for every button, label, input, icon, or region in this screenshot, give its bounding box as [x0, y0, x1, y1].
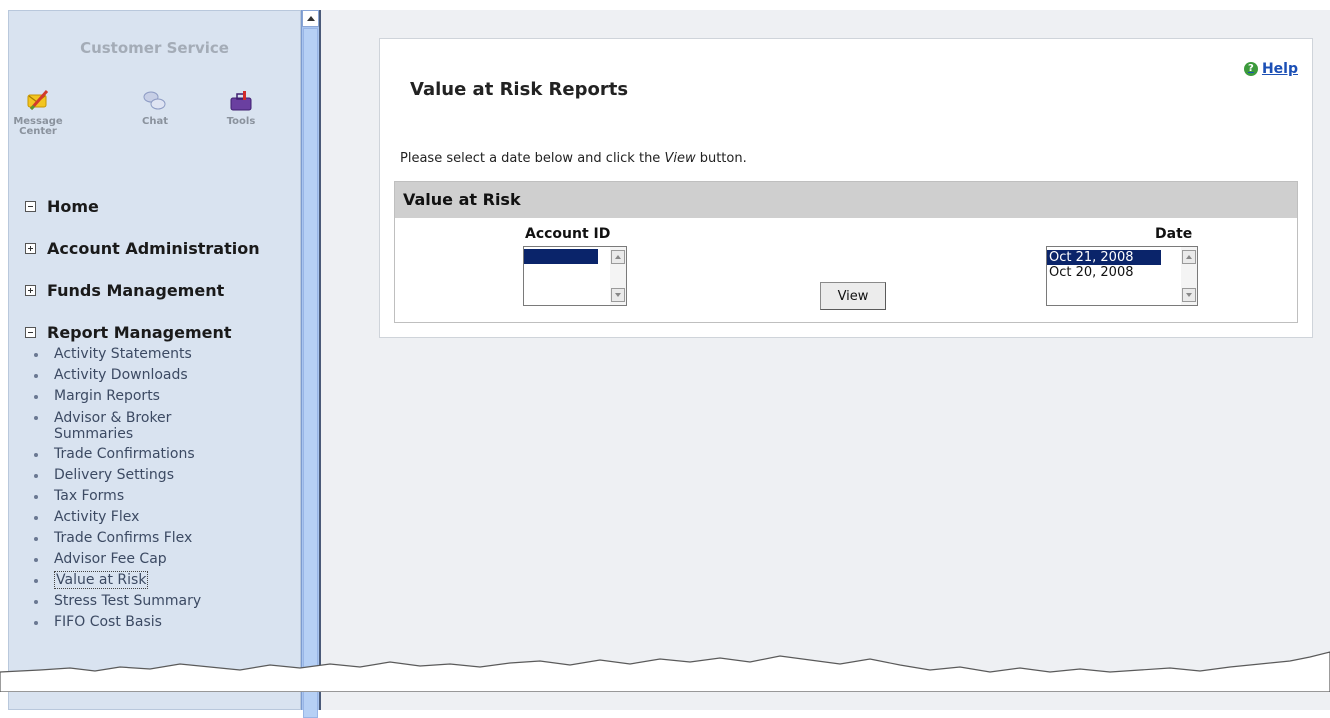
instructions: Please select a date below and click the… [400, 151, 747, 166]
main-content: Value at Risk Reports ? Help Please sele… [321, 10, 1330, 710]
help-label: Help [1261, 61, 1298, 77]
nav-section-report-management-label: Report Management [47, 323, 232, 342]
date-label: Date [1155, 226, 1193, 242]
nav-section-home-label: Home [47, 197, 99, 216]
view-button[interactable]: View [820, 282, 886, 310]
message-center-button[interactable]: Message Center [13, 89, 63, 137]
sidebar-item-trade-confirmations[interactable]: Trade Confirmations [30, 444, 201, 465]
scroll-down-icon[interactable] [1182, 288, 1196, 302]
collapse-icon[interactable] [25, 201, 36, 212]
redacted-account-value [524, 249, 598, 264]
instructions-view: View [664, 151, 696, 166]
value-at-risk-section: Value at Risk Account ID Date View Oct 2… [394, 181, 1298, 323]
bullet-icon [34, 558, 38, 562]
scroll-up-icon[interactable] [1182, 250, 1196, 264]
scroll-up-icon[interactable] [611, 250, 625, 264]
bullet-icon [34, 600, 38, 604]
date-option[interactable]: Oct 21, 2008 [1047, 250, 1161, 265]
sidebar-item-trade-confirms-flex[interactable]: Trade Confirms Flex [30, 528, 201, 549]
nav-section-account-administration[interactable]: Account Administration [25, 239, 260, 258]
bullet-icon [34, 579, 38, 583]
tools-icon [230, 91, 252, 111]
bullet-icon [34, 537, 38, 541]
bullet-icon [34, 516, 38, 520]
value-at-risk-panel: Value at Risk Reports ? Help Please sele… [379, 38, 1313, 338]
sidebar-item-margin-reports[interactable]: Margin Reports [30, 386, 201, 407]
nav-section-account-administration-label: Account Administration [47, 239, 260, 258]
expand-icon[interactable] [25, 285, 36, 296]
nav-section-report-management[interactable]: Report Management [25, 323, 232, 342]
help-link[interactable]: ? Help [1243, 61, 1298, 77]
sidebar-item-stress-test-summary[interactable]: Stress Test Summary [30, 591, 201, 612]
listbox-scrollbar[interactable] [1181, 247, 1197, 305]
bullet-icon [34, 495, 38, 499]
chat-icon [143, 91, 166, 110]
torn-edge [0, 651, 1330, 692]
tools-button[interactable]: Tools [219, 89, 263, 127]
message-center-label-line2: Center [19, 126, 57, 137]
sidebar-item-tax-forms[interactable]: Tax Forms [30, 486, 201, 507]
account-id-listbox[interactable] [523, 246, 627, 306]
bullet-icon [34, 374, 38, 378]
instructions-before: Please select a date below and click the [400, 151, 665, 166]
instructions-after: button. [695, 151, 747, 166]
nav-section-home[interactable]: Home [25, 197, 99, 216]
nav-section-funds-management-label: Funds Management [47, 281, 225, 300]
help-icon: ? [1243, 62, 1258, 76]
date-option[interactable]: Oct 20, 2008 [1047, 265, 1161, 280]
sidebar-scrollbar[interactable] [301, 10, 319, 718]
bullet-icon [34, 353, 38, 357]
tools-label: Tools [226, 116, 256, 127]
listbox-scrollbar[interactable] [610, 247, 626, 305]
chat-label: Chat [142, 116, 168, 127]
bullet-icon [34, 395, 38, 399]
sidebar-item-advisor-fee-cap[interactable]: Advisor Fee Cap [30, 549, 201, 570]
sidebar-item-activity-downloads[interactable]: Activity Downloads [30, 365, 201, 386]
sidebar-item-activity-flex[interactable]: Activity Flex [30, 507, 201, 528]
sidebar-item-activity-statements[interactable]: Activity Statements [30, 344, 201, 365]
message-center-icon [27, 90, 49, 111]
date-listbox[interactable]: Oct 21, 2008 Oct 20, 2008 [1046, 246, 1198, 306]
chat-button[interactable]: Chat [133, 89, 177, 127]
scroll-up-button[interactable] [302, 10, 319, 27]
sidebar-item-value-at-risk[interactable]: Value at Risk [30, 570, 201, 591]
scroll-down-icon[interactable] [611, 288, 625, 302]
expand-icon[interactable] [25, 243, 36, 254]
section-header: Value at Risk [395, 182, 1297, 218]
report-management-list: Activity Statements Activity Downloads M… [30, 344, 201, 633]
sidebar-item-delivery-settings[interactable]: Delivery Settings [30, 465, 201, 486]
bullet-icon [34, 416, 38, 420]
bullet-icon [34, 453, 38, 457]
collapse-icon[interactable] [25, 327, 36, 338]
customer-service-title: Customer Service [80, 39, 229, 57]
sidebar-item-advisor-broker-summaries[interactable]: Advisor & Broker Summaries [30, 407, 201, 444]
account-id-label: Account ID [525, 226, 611, 242]
page-title: Value at Risk Reports [410, 79, 629, 100]
nav-section-funds-management[interactable]: Funds Management [25, 281, 224, 300]
bullet-icon [34, 474, 38, 478]
